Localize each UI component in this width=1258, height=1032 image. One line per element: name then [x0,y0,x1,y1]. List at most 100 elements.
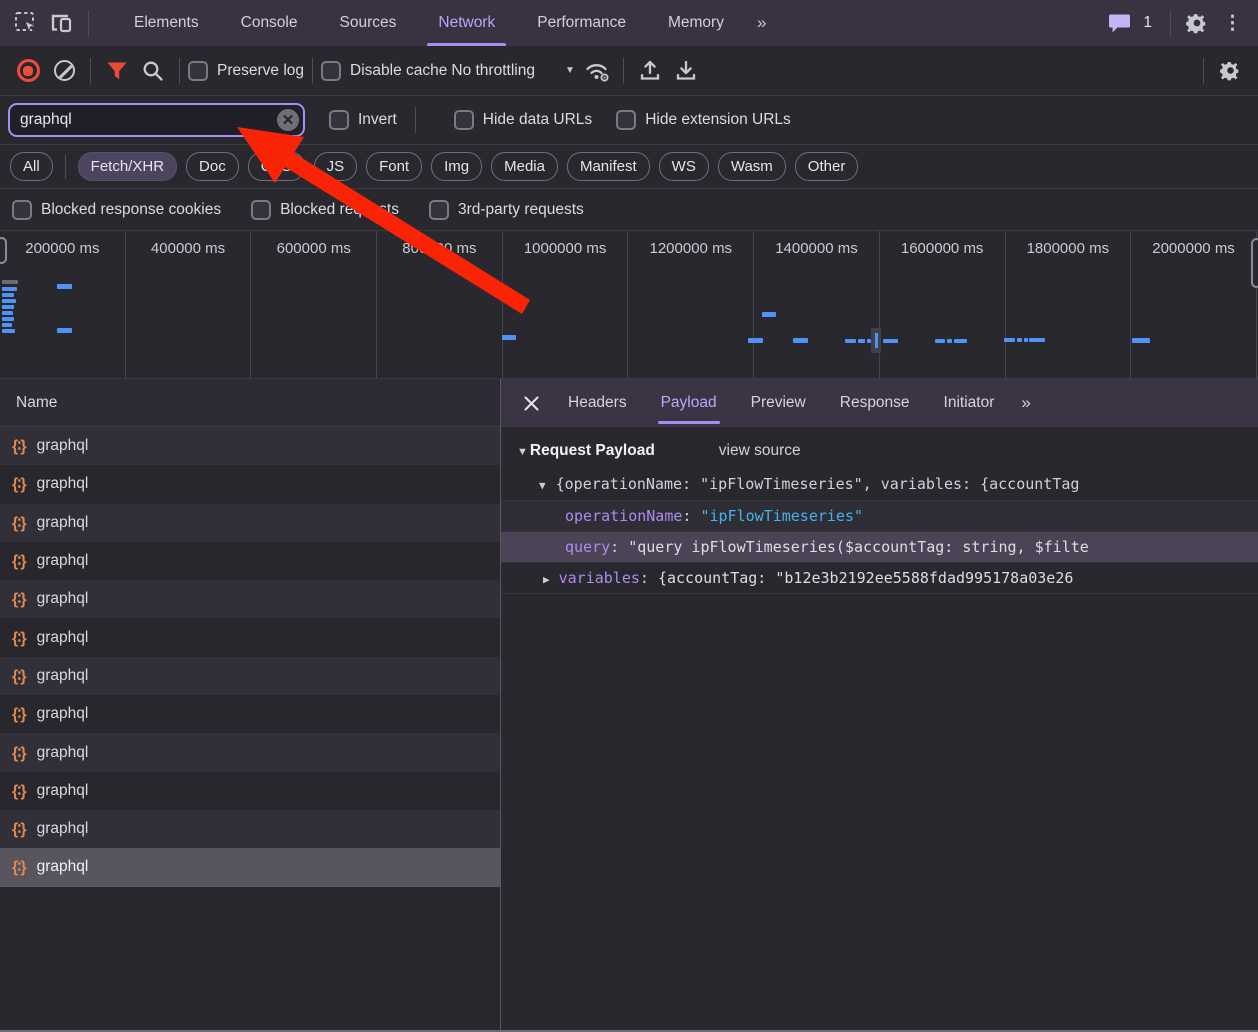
more-filters-row: Blocked response cookies Blocked requests… [0,189,1258,231]
timeline-bar [2,305,14,309]
filter-chip-js[interactable]: JS [313,152,358,181]
filter-chip-doc[interactable]: Doc [186,152,239,181]
request-row[interactable]: {∶} graphql [0,695,500,734]
filter-chip-img[interactable]: Img [431,152,483,181]
view-source-link[interactable]: view source [719,442,801,460]
3rd-party-requests-checkbox[interactable]: 3rd-party requests [428,199,584,220]
details-tab-response[interactable]: Response [823,379,927,427]
filter-chip-fetch-xhr[interactable]: Fetch/XHR [77,152,178,181]
clear-filter-icon[interactable]: ✕ [277,109,299,131]
divider [622,57,624,84]
triangle-down-icon[interactable]: ▼ [517,446,528,458]
timeline-bar [57,328,72,333]
request-name: graphql [36,475,89,493]
tab-performance[interactable]: Performance [516,0,647,46]
throttling-select[interactable]: No throttling ▼ [447,62,578,80]
more-tabs-icon[interactable]: » [745,13,780,33]
request-row[interactable]: {∶} graphql [0,848,500,887]
timeline-bar [2,299,16,303]
request-row[interactable]: {∶} graphql [0,503,500,542]
record-network-log-icon[interactable] [10,53,46,89]
payload-row-variables[interactable]: ▶ variables: {accountTag: "b12e3b2192ee55… [501,562,1258,593]
search-icon[interactable] [135,53,171,89]
checkbox[interactable] [188,60,208,81]
details-tab-preview[interactable]: Preview [734,379,823,427]
checkbox[interactable] [329,110,349,130]
tab-console[interactable]: Console [220,0,319,46]
filter-input[interactable] [8,103,305,137]
close-icon[interactable] [511,379,551,427]
timeline-bar [858,339,865,343]
request-row[interactable]: {∶} graphql [0,541,500,581]
kebab-menu-icon[interactable]: ⋮ [1215,12,1250,35]
tab-sources[interactable]: Sources [319,0,418,46]
triangle-right-icon[interactable]: ▶ [543,564,550,593]
network-settings-gear-icon[interactable] [1212,53,1248,89]
clear-network-log-icon[interactable] [46,53,82,89]
request-row[interactable]: {∶} graphql [0,656,500,696]
filter-chip-media[interactable]: Media [491,152,558,181]
filter-chip-ws[interactable]: WS [658,152,709,181]
settings-gear-icon[interactable] [1179,5,1215,41]
filter-chip-other[interactable]: Other [794,152,859,181]
checkbox[interactable] [12,199,32,220]
network-toolbar: Preserve log Disable cache No throttling… [0,46,1258,96]
request-row[interactable]: {∶} graphql [0,618,500,657]
tab-elements[interactable]: Elements [113,0,220,46]
divider [90,57,91,84]
inspect-element-icon[interactable] [8,5,44,41]
request-row[interactable]: {∶} graphql [0,465,500,504]
details-tab-payload[interactable]: Payload [644,379,734,427]
request-row[interactable]: {∶} graphql [0,771,500,810]
payload-row-query[interactable]: query: "query ipFlowTimeseries($accountT… [501,531,1258,562]
checkbox[interactable] [321,60,342,81]
hide-data-urls-checkbox[interactable]: Hide data URLs [453,110,592,130]
blocked-requests-checkbox[interactable]: Blocked requests [251,199,399,220]
filter-row: ✕ Invert Hide data URLs Hide extension U… [0,96,1258,145]
json-braces-icon: {∶} [12,744,27,762]
filter-chip-css[interactable]: CSS [247,152,305,181]
blocked-response-cookies-checkbox[interactable]: Blocked response cookies [12,199,221,220]
request-row[interactable]: {∶} graphql [0,733,500,772]
filter-chip-wasm[interactable]: Wasm [717,152,786,181]
export-har-icon[interactable] [668,53,704,89]
request-row[interactable]: {∶} graphql [0,427,500,466]
details-tab-headers[interactable]: Headers [551,379,644,427]
hide-extension-urls-label: Hide extension URLs [645,111,791,128]
timeline-bar [1029,338,1045,342]
name-column-header[interactable]: Name [0,379,500,427]
filter-chip-font[interactable]: Font [366,152,423,181]
top-bar-right: 1 ⋮ [1101,5,1250,41]
more-details-tabs-icon[interactable]: » [1011,393,1042,413]
checkbox[interactable] [428,199,449,220]
overview-left-grip[interactable] [0,237,7,264]
request-name: graphql [36,666,89,684]
tab-memory[interactable]: Memory [647,0,745,46]
filter-chip-all[interactable]: All [10,152,53,181]
preserve-log-checkbox[interactable]: Preserve log [188,60,304,81]
payload-root-row[interactable]: ▼ {operationName: "ipFlowTimeseries", var… [501,469,1258,500]
messages-icon[interactable] [1101,5,1137,41]
3rd-party-requests-label: 3rd-party requests [457,200,584,218]
tab-network[interactable]: Network [417,0,516,46]
network-conditions-icon[interactable] [579,53,615,89]
timeline-bar [793,338,808,343]
request-row[interactable]: {∶} graphql [0,809,500,849]
details-tab-initiator[interactable]: Initiator [927,379,1012,427]
disable-cache-checkbox[interactable]: Disable cache [321,60,447,81]
filter-chip-manifest[interactable]: Manifest [566,152,650,181]
invert-checkbox[interactable]: Invert [329,110,397,130]
checkbox[interactable] [251,199,272,220]
payload-row-operationName[interactable]: operationName: "ipFlowTimeseries" [501,500,1258,531]
checkbox[interactable] [616,110,637,130]
import-har-icon[interactable] [632,53,668,89]
timeline-bar [1024,338,1028,342]
checkbox[interactable] [453,110,474,130]
triangle-down-icon[interactable]: ▼ [539,470,546,500]
device-toolbar-icon[interactable] [44,5,80,41]
details-tab-strip: Headers Payload Preview Response Initiator » [501,379,1258,427]
request-row[interactable]: {∶} graphql [0,580,500,619]
filter-funnel-icon[interactable] [99,53,135,89]
hide-extension-urls-checkbox[interactable]: Hide extension URLs [616,110,791,130]
overview-right-grip[interactable] [1251,238,1258,288]
